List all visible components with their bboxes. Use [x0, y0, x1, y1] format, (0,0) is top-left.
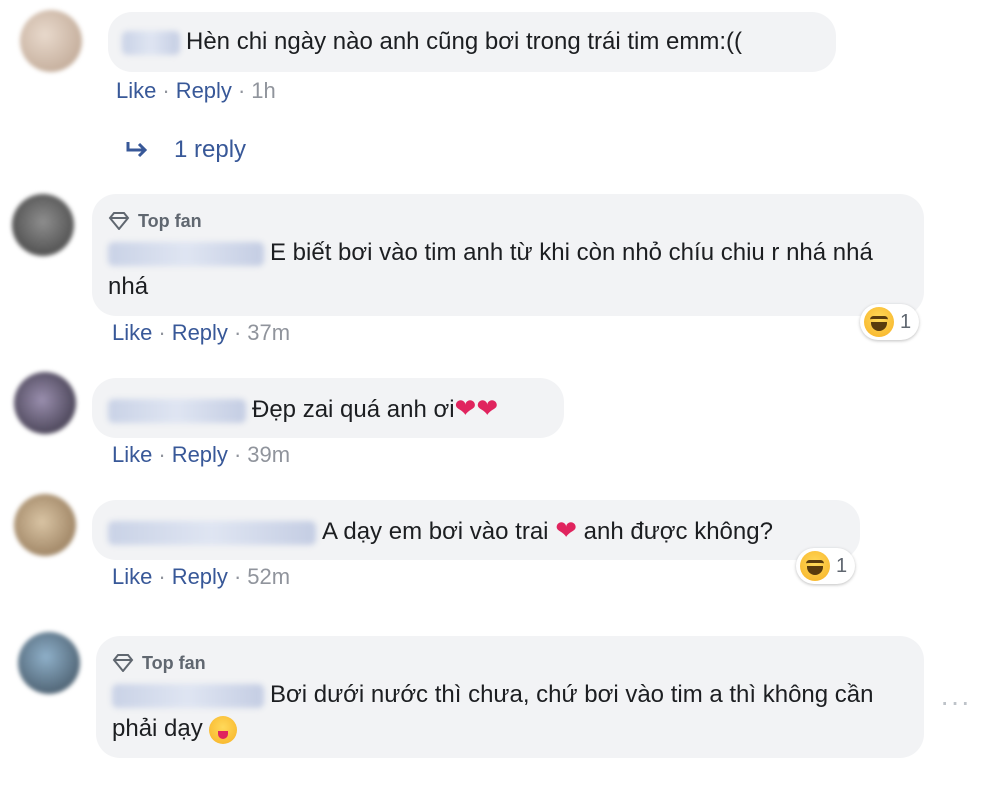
- commenter-avatar[interactable]: [14, 372, 76, 434]
- reaction-summary[interactable]: 1: [796, 548, 856, 584]
- like-button[interactable]: Like: [112, 320, 152, 346]
- comment-time[interactable]: 39m: [247, 442, 290, 468]
- view-replies-link[interactable]: 1 reply: [124, 136, 246, 164]
- commenter-avatar[interactable]: [12, 194, 74, 256]
- replies-count[interactable]: 1 reply: [174, 136, 246, 164]
- commenter-avatar[interactable]: [20, 10, 82, 72]
- reply-button[interactable]: Reply: [176, 78, 232, 104]
- reaction-summary[interactable]: 1: [860, 304, 920, 340]
- comment-bubble: Top fan E biết bơi vào tim anh từ khi cò…: [92, 194, 924, 316]
- reply-button[interactable]: Reply: [172, 320, 228, 346]
- separator: ·: [162, 78, 170, 103]
- comment-text: anh được không?: [583, 518, 773, 545]
- like-button[interactable]: Like: [116, 78, 156, 104]
- reaction-count: 1: [900, 310, 912, 333]
- commenter-avatar[interactable]: [14, 494, 76, 556]
- commenter-name[interactable]: [108, 398, 246, 423]
- comment-bubble: Top fan Bơi dưới nước thì chưa, chứ bơi …: [96, 636, 924, 758]
- comment-bubble: Đẹp zai quá anh ơi❤❤: [92, 378, 564, 438]
- separator: ·: [237, 78, 246, 103]
- commenter-name[interactable]: [112, 683, 264, 708]
- comment-time[interactable]: 52m: [247, 564, 290, 590]
- comment-actions: Like · Reply · 1h: [116, 78, 276, 104]
- comment-text: Đẹp zai quá anh ơi: [252, 396, 455, 423]
- crazy-face-emoji-icon: [209, 715, 238, 744]
- comment-text: Hèn chi ngày nào anh cũng bơi trong trái…: [186, 28, 742, 55]
- comment-time[interactable]: 37m: [247, 320, 290, 346]
- diamond-icon: [112, 654, 134, 672]
- commenter-name[interactable]: [122, 30, 180, 55]
- like-button[interactable]: Like: [112, 564, 152, 590]
- haha-reaction-icon: [800, 551, 830, 581]
- commenter-name[interactable]: [108, 241, 264, 266]
- haha-reaction-icon: [864, 307, 894, 337]
- top-fan-badge: Top fan: [108, 204, 202, 238]
- heart-emoji-icon: ❤: [555, 515, 577, 545]
- comment-actions: Like · Reply · 37m: [112, 320, 291, 346]
- diamond-icon: [108, 212, 130, 230]
- comment-bubble: A dạy em bơi vào trai ❤ anh được không?: [92, 500, 860, 560]
- commenter-avatar[interactable]: [18, 632, 80, 694]
- comment-actions: Like · Reply · 52m: [112, 564, 291, 590]
- reply-arrow-icon: [126, 142, 148, 158]
- comment-time[interactable]: 1h: [251, 78, 275, 104]
- comment-actions: Like · Reply · 39m: [112, 442, 291, 468]
- reply-button[interactable]: Reply: [172, 442, 228, 468]
- reaction-count: 1: [836, 554, 848, 577]
- comment-text: A dạy em bơi vào trai: [322, 518, 549, 545]
- heart-emoji-icon: ❤❤: [454, 393, 499, 423]
- like-button[interactable]: Like: [112, 442, 152, 468]
- more-options-icon[interactable]: ···: [940, 686, 971, 718]
- commenter-name[interactable]: [108, 520, 316, 545]
- comment-bubble: Hèn chi ngày nào anh cũng bơi trong trái…: [108, 12, 836, 72]
- top-fan-badge: Top fan: [112, 646, 206, 680]
- reply-button[interactable]: Reply: [172, 564, 228, 590]
